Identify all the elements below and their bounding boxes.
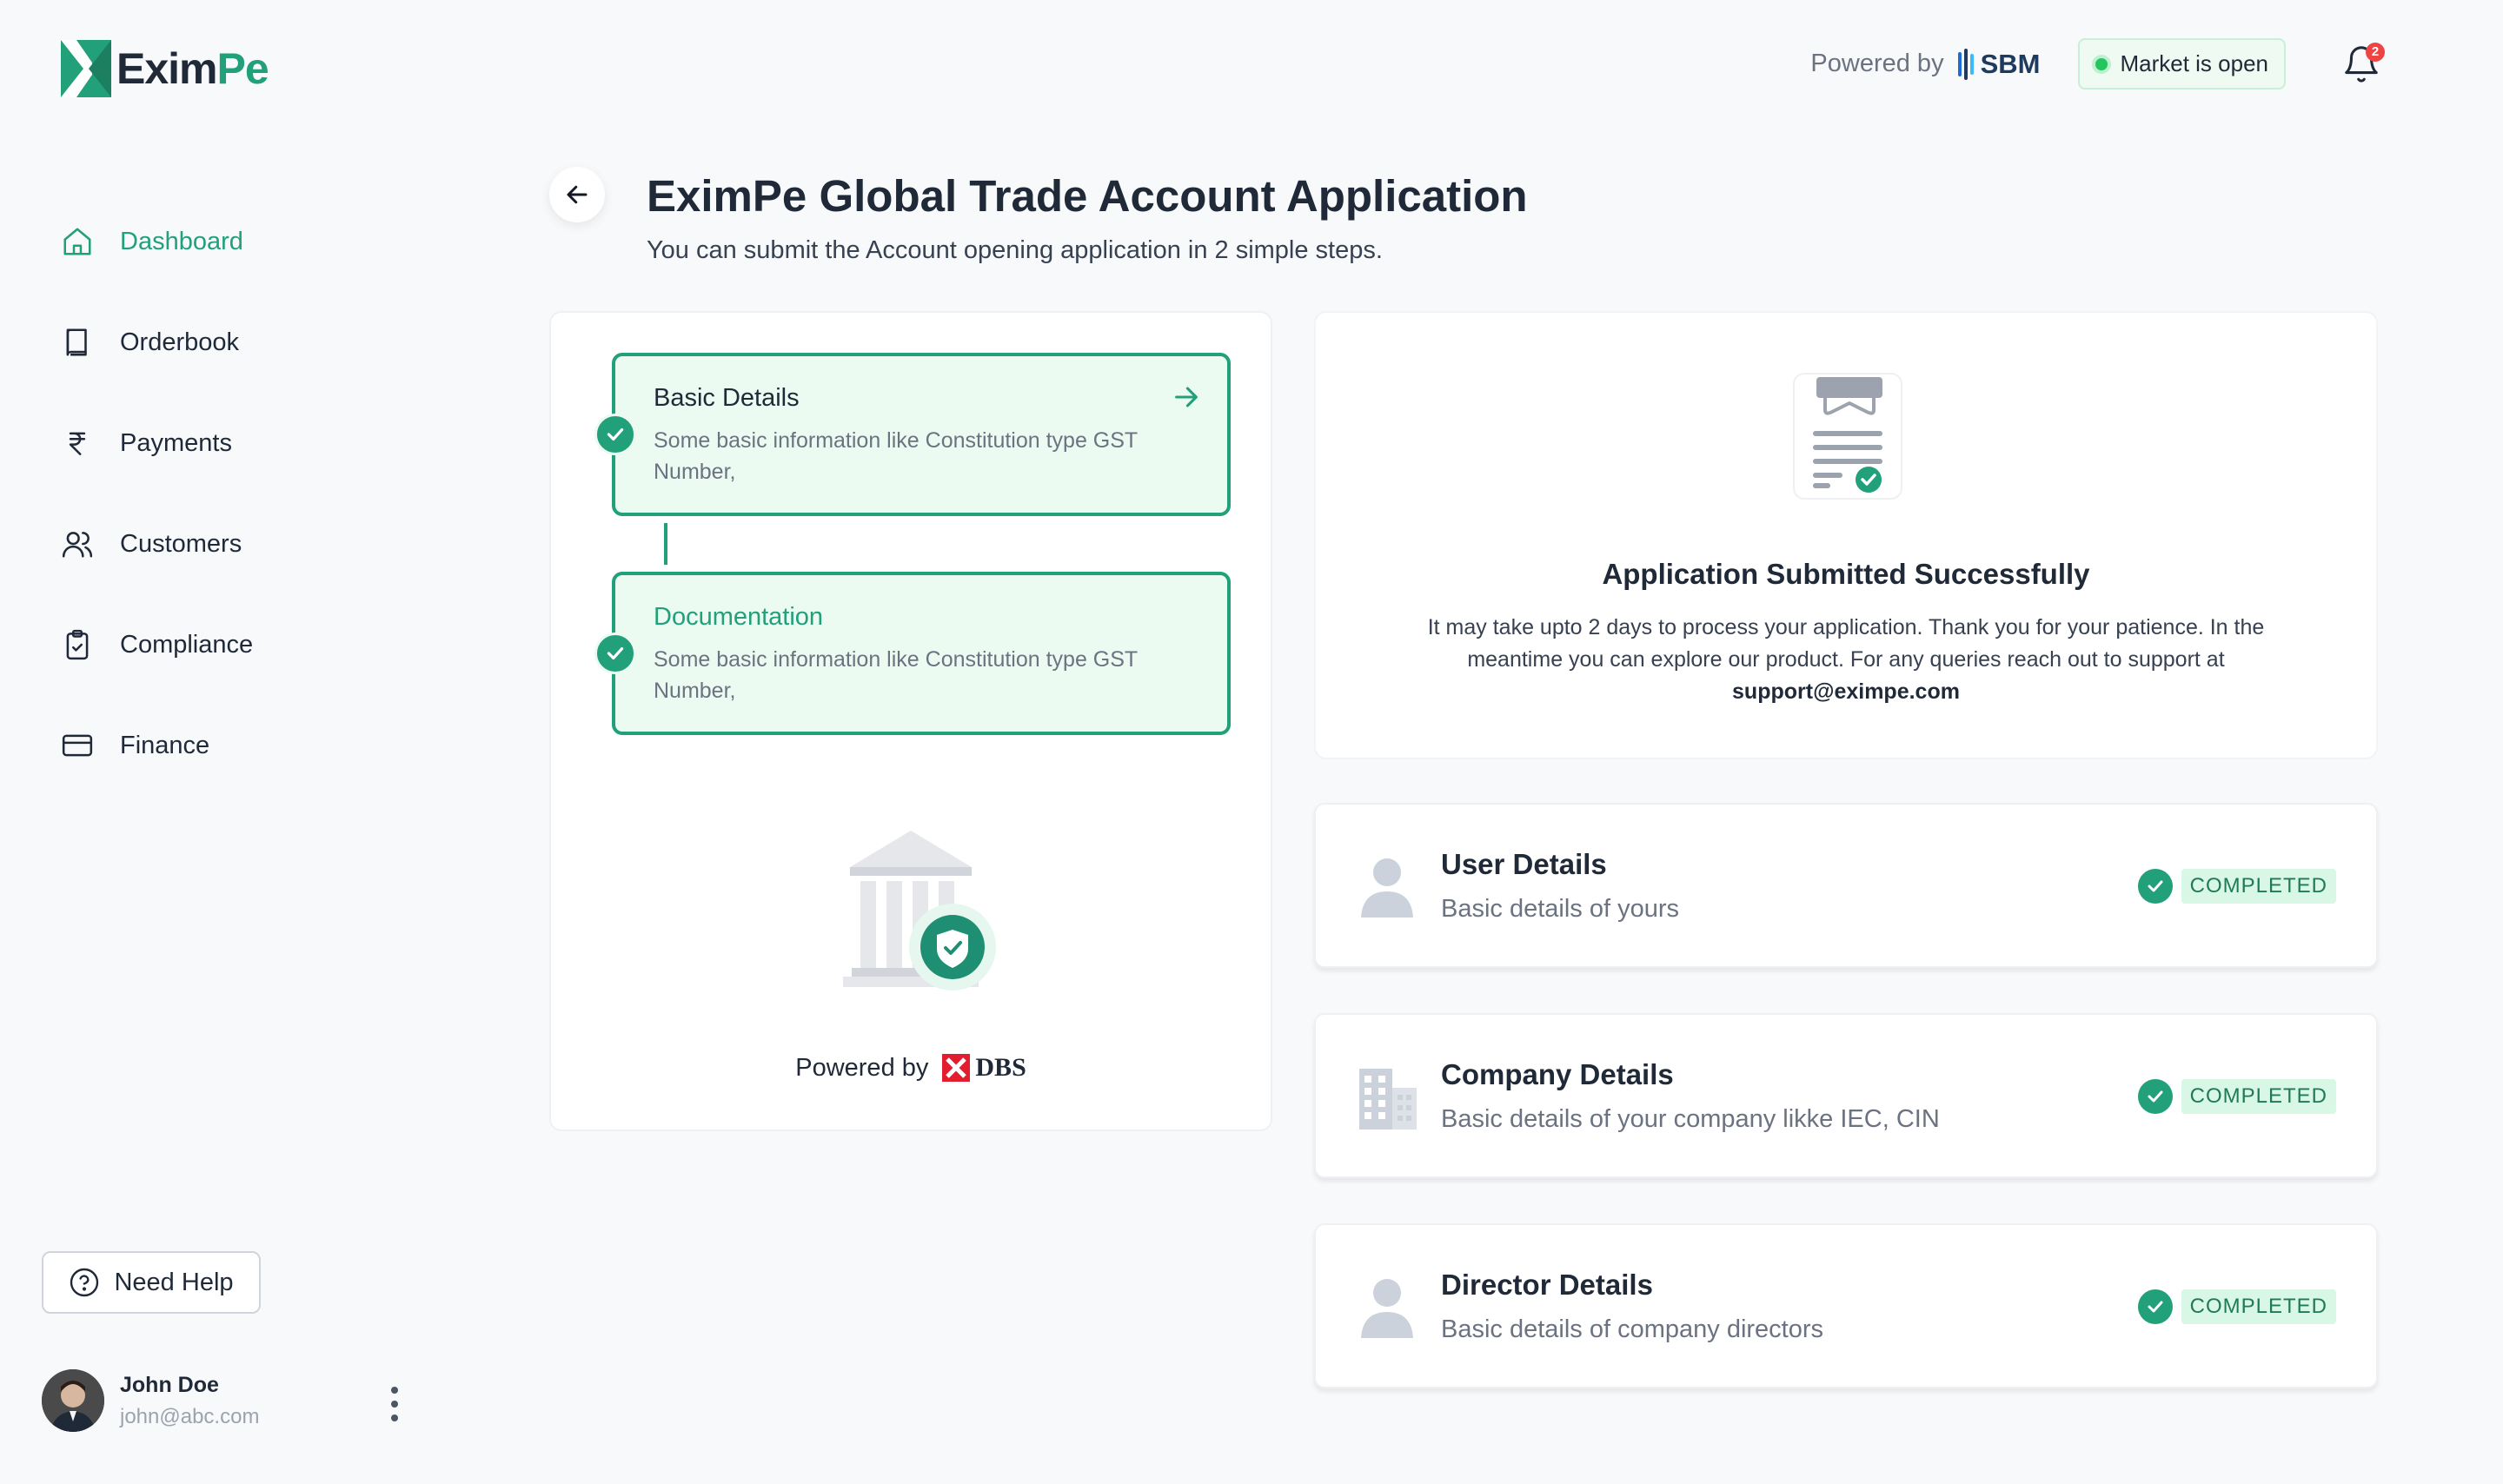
sbm-logo: SBM — [1956, 48, 2040, 80]
step-basic-details[interactable]: Basic Details Some basic information lik… — [594, 353, 1231, 516]
user-icon — [1361, 1279, 1413, 1338]
sidebar-item-label: Dashboard — [120, 227, 243, 255]
sidebar-item-label: Payments — [120, 428, 232, 457]
user-icon — [1361, 858, 1413, 918]
market-status-dot — [2095, 57, 2108, 70]
sidebar-nav: Dashboard Orderbook Payments Customers C… — [61, 191, 253, 796]
dbs-logo: DBS — [942, 1053, 1026, 1083]
book-icon — [66, 328, 87, 356]
sidebar-item-customers[interactable]: Customers — [61, 494, 253, 594]
page-subtitle: You can submit the Account opening appli… — [647, 236, 1383, 264]
company-details-card[interactable]: Company Details Basic details of your co… — [1314, 1013, 2378, 1178]
status-check — [2137, 1079, 2173, 1114]
detail-description: Basic details of company directors — [1441, 1315, 1824, 1343]
need-help-label: Need Help — [114, 1268, 234, 1296]
sidebar-item-payments[interactable]: Payments — [61, 393, 253, 494]
status-text: COMPLETED — [2181, 1289, 2336, 1324]
powered-by-label: Powered by — [1810, 50, 1944, 77]
detail-description: Basic details of yours — [1441, 895, 1680, 923]
sidebar-item-dashboard[interactable]: Dashboard — [61, 191, 253, 292]
user-profile[interactable]: John Doe john@abc.com — [42, 1369, 407, 1432]
powered-by-dbs: Powered by DBS — [551, 1053, 1271, 1083]
avatar — [42, 1369, 104, 1432]
detail-description: Basic details of your company likke IEC,… — [1441, 1105, 1940, 1133]
user-details-card[interactable]: User Details Basic details of yours COMP… — [1314, 803, 2378, 968]
top-bar: Powered by SBM Market is open 2 — [1810, 38, 2385, 89]
user-name: John Doe — [120, 1372, 219, 1397]
notification-count-badge: 2 — [2366, 42, 2385, 62]
check-icon — [607, 427, 624, 441]
eximpe-logo-text: EximPe — [116, 44, 269, 93]
status-text: COMPLETED — [2181, 1079, 2336, 1114]
sidebar-item-orderbook[interactable]: Orderbook — [61, 292, 253, 393]
check-icon — [607, 646, 624, 660]
credit-card-icon — [62, 734, 93, 757]
success-body-text: It may take upto 2 days to process your … — [1427, 615, 2265, 672]
sidebar-item-label: Orderbook — [120, 328, 240, 356]
status-badge: COMPLETED — [2137, 1079, 2336, 1114]
sidebar-item-label: Customers — [120, 529, 242, 558]
avatar-image — [42, 1369, 104, 1432]
dbs-logo-icon — [942, 1054, 971, 1082]
document-approved-illustration — [1793, 373, 1902, 500]
sidebar-item-label: Finance — [120, 731, 210, 759]
help-circle-icon — [70, 1268, 99, 1297]
status-check — [2137, 869, 2173, 904]
step-title: Basic Details — [654, 384, 800, 412]
user-info: John Doe john@abc.com — [120, 1373, 259, 1429]
sbm-logo-icon — [1957, 48, 1974, 80]
user-menu-button[interactable] — [389, 1385, 400, 1428]
step-complete-check — [594, 633, 636, 674]
arrow-left-icon — [567, 185, 588, 204]
clipboard-check-icon — [66, 629, 89, 660]
need-help-button[interactable]: Need Help — [42, 1251, 261, 1314]
application-steps-card: Basic Details Some basic information lik… — [549, 311, 1272, 1131]
status-badge: COMPLETED — [2137, 1289, 2336, 1324]
powered-by-sbm: Powered by SBM — [1810, 48, 2040, 80]
more-vertical-icon — [391, 1387, 398, 1421]
notifications-button[interactable]: 2 — [2341, 42, 2385, 84]
eximpe-logo-icon — [61, 40, 111, 97]
bank-shield-illustration — [843, 831, 996, 990]
check-icon — [2148, 1301, 2163, 1313]
status-text: COMPLETED — [2181, 869, 2336, 904]
sidebar-item-finance[interactable]: Finance — [61, 695, 253, 796]
step-complete-check — [594, 414, 636, 455]
check-icon — [2148, 1090, 2163, 1103]
sidebar-item-compliance[interactable]: Compliance — [61, 594, 253, 695]
user-email: john@abc.com — [120, 1404, 260, 1428]
status-check — [2137, 1289, 2173, 1324]
back-button[interactable] — [549, 167, 605, 222]
powered-by-label: Powered by — [795, 1053, 929, 1082]
step-description: Some basic information like Constitution… — [654, 647, 1138, 703]
arrow-right-icon — [1175, 387, 1198, 407]
sidebar-item-label: Compliance — [120, 630, 254, 659]
success-message: It may take upto 2 days to process your … — [1394, 612, 2298, 708]
support-email-link[interactable]: support@eximpe.com — [1394, 676, 2298, 708]
rupee-icon — [69, 432, 86, 455]
director-details-card[interactable]: Director Details Basic details of compan… — [1314, 1223, 2378, 1388]
home-icon — [63, 228, 91, 255]
detail-title: Director Details — [1441, 1269, 1653, 1301]
detail-title: User Details — [1441, 848, 1607, 880]
page-title: EximPe Global Trade Account Application — [647, 171, 1528, 221]
detail-title: Company Details — [1441, 1058, 1674, 1090]
market-status-badge: Market is open — [2078, 38, 2286, 89]
market-status-text: Market is open — [2120, 50, 2268, 76]
building-icon — [1359, 1069, 1417, 1130]
status-badge: COMPLETED — [2137, 869, 2336, 904]
step-title: Documentation — [654, 603, 824, 631]
check-icon — [2148, 880, 2163, 892]
step-documentation[interactable]: Documentation Some basic information lik… — [594, 572, 1231, 735]
application-success-card: Application Submitted Successfully It ma… — [1314, 311, 2378, 759]
users-icon — [62, 532, 93, 558]
step-connector — [664, 523, 667, 565]
eximpe-logo[interactable]: EximPe — [61, 40, 269, 97]
success-heading: Application Submitted Successfully — [1602, 558, 2090, 590]
step-description: Some basic information like Constitution… — [654, 428, 1138, 484]
